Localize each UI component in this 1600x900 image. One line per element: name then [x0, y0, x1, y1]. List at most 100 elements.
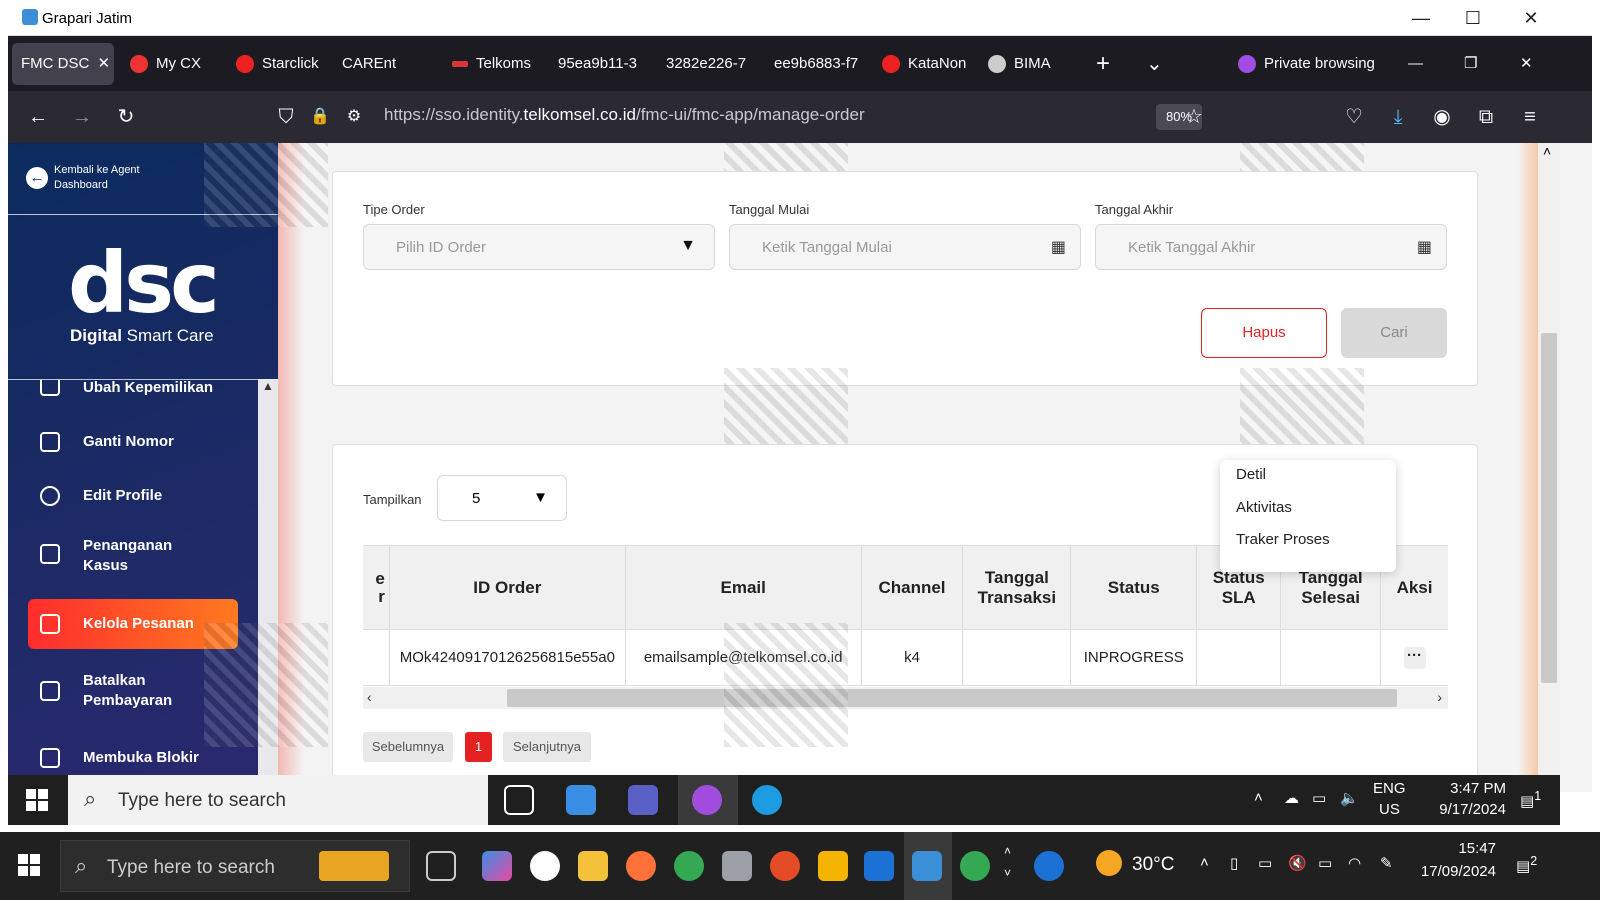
scroll-up-icon[interactable]: ▲: [262, 379, 274, 393]
account-icon[interactable]: ◉: [1428, 103, 1456, 131]
tab-carent[interactable]: CAREnt: [342, 43, 422, 85]
remote-desktop-icon[interactable]: [912, 851, 942, 881]
scroll-up-icon[interactable]: ˄: [1543, 143, 1551, 159]
calendar-icon[interactable]: ▦: [1051, 237, 1066, 257]
sidebar-item-ganti-nomor[interactable]: Ganti Nomor: [28, 422, 238, 462]
list-tabs-button[interactable]: ⌄: [1146, 43, 1176, 85]
teams-icon[interactable]: [628, 785, 658, 815]
wifi-icon[interactable]: ◠: [1348, 854, 1361, 872]
notification-icon[interactable]: ▤1: [1520, 789, 1541, 810]
show-hidden-icons[interactable]: ˄: [1254, 789, 1263, 806]
remote-clock[interactable]: 3:47 PM 9/17/2024: [1416, 780, 1506, 818]
close-tab-icon[interactable]: ✕: [98, 55, 111, 72]
calendar-icon[interactable]: ▦: [1417, 237, 1432, 257]
local-clock[interactable]: 15:47 17/09/2024: [1410, 840, 1496, 880]
lock-icon[interactable]: 🔒: [306, 103, 334, 131]
tanggal-akhir-input[interactable]: Ketik Tanggal Akhir ▦: [1095, 224, 1447, 270]
firefox-private-icon[interactable]: [692, 785, 722, 815]
previous-page-button[interactable]: Sebelumnya: [363, 732, 453, 762]
display-icon[interactable]: ▭: [1258, 854, 1272, 872]
file-explorer-icon[interactable]: [578, 851, 608, 881]
chrome-icon[interactable]: [674, 851, 704, 881]
forward-icon[interactable]: →: [68, 103, 96, 131]
copilot-icon[interactable]: [482, 851, 512, 881]
weather-temp[interactable]: 30°C: [1132, 854, 1174, 876]
firefox-icon[interactable]: [626, 851, 656, 881]
battery-icon[interactable]: ▭: [1318, 854, 1332, 872]
table-horizontal-scrollbar[interactable]: ‹ ›: [363, 687, 1448, 709]
permissions-icon[interactable]: ⚙: [340, 103, 368, 131]
show-hidden-icons[interactable]: ˄: [1200, 854, 1209, 871]
windows-start-icon[interactable]: [18, 854, 40, 876]
app-icon[interactable]: [864, 851, 894, 881]
app-icon[interactable]: [818, 851, 848, 881]
tab-starclick[interactable]: Starclick: [236, 43, 328, 85]
device-icon[interactable]: ▯: [1230, 854, 1238, 872]
tab-bima[interactable]: BIMA: [988, 43, 1070, 85]
volume-icon[interactable]: 🔈: [1340, 789, 1359, 807]
tab-katanon[interactable]: KataNon: [882, 43, 976, 85]
tab-3282e226[interactable]: 3282e226-7: [666, 43, 756, 85]
app-icon[interactable]: [770, 851, 800, 881]
back-icon[interactable]: ←: [24, 103, 52, 131]
mute-icon[interactable]: 🔇: [1288, 854, 1307, 872]
minimize-button[interactable]: —: [1398, 4, 1444, 32]
page-vertical-scrollbar[interactable]: ˄ ˅: [1538, 143, 1560, 792]
tanggal-mulai-input[interactable]: Ketik Tanggal Mulai ▦: [729, 224, 1081, 270]
pen-icon[interactable]: ✎: [1380, 854, 1393, 872]
scrollbar-thumb[interactable]: [507, 689, 1397, 707]
reload-icon[interactable]: ↻: [112, 103, 140, 131]
browser-minimize-button[interactable]: —: [1408, 43, 1432, 85]
sidebar-item-penanganan-kasus[interactable]: Penanganan Kasus: [28, 530, 238, 580]
pocket-icon[interactable]: ♡: [1340, 103, 1368, 131]
next-page-button[interactable]: Selanjutnya: [503, 732, 591, 762]
hapus-button[interactable]: Hapus: [1201, 308, 1327, 358]
close-button[interactable]: ✕: [1508, 4, 1554, 32]
sidebar-item-edit-profile[interactable]: Edit Profile: [28, 476, 238, 516]
menu-icon[interactable]: ≡: [1516, 103, 1544, 131]
camera-icon[interactable]: [722, 851, 752, 881]
menu-item-detil[interactable]: Detil: [1236, 466, 1266, 483]
tab-95ea9b11[interactable]: 95ea9b11-3: [558, 43, 646, 85]
onedrive-icon[interactable]: ☁: [1284, 789, 1299, 807]
help-icon[interactable]: [1034, 851, 1064, 881]
tab-fmc-dsc[interactable]: FMC DSC ✕: [12, 43, 114, 85]
tab-my-cx[interactable]: My CX: [130, 43, 222, 85]
edge-icon[interactable]: [752, 785, 782, 815]
menu-item-aktivitas[interactable]: Aktivitas: [1236, 499, 1292, 516]
taskbar-scroll[interactable]: ˄ ˅: [1004, 840, 1011, 884]
maximize-button[interactable]: ☐: [1450, 4, 1496, 32]
shield-icon[interactable]: ⛉: [272, 103, 300, 131]
menu-item-traker-proses[interactable]: Traker Proses: [1236, 531, 1330, 548]
tipe-order-select[interactable]: Pilih ID Order ▼: [363, 224, 715, 270]
scrollbar-thumb[interactable]: [1541, 333, 1557, 683]
local-search-box[interactable]: ⌕ Type here to search: [60, 840, 410, 892]
sidebar-item-ubah-kepemilikan[interactable]: Ubah Kepemilikan: [28, 380, 238, 408]
tab-telkomsel[interactable]: Telkoms: [452, 43, 542, 85]
tab-ee9b6883[interactable]: ee9b6883-f7: [774, 43, 866, 85]
more-actions-button[interactable]: ···: [1403, 646, 1426, 669]
chrome-icon[interactable]: [960, 851, 990, 881]
new-tab-button[interactable]: +: [1096, 43, 1126, 85]
browser-close-button[interactable]: ✕: [1520, 43, 1544, 85]
remote-search-box[interactable]: ⌕ Type here to search: [68, 775, 488, 825]
page-1-button[interactable]: 1: [465, 732, 492, 762]
scroll-right-icon[interactable]: ›: [1437, 689, 1442, 705]
windows-start-icon[interactable]: [26, 789, 48, 811]
page-size-select[interactable]: 5 ▼: [437, 475, 567, 521]
url-bar[interactable]: https://sso.identity.telkomsel.co.id/fmc…: [384, 105, 865, 125]
weather-icon[interactable]: [1096, 850, 1122, 876]
network-icon[interactable]: ▭: [1312, 789, 1326, 807]
bookmark-star-icon[interactable]: ☆: [1180, 103, 1208, 131]
cari-button[interactable]: Cari: [1341, 308, 1447, 358]
downloads-icon[interactable]: ⤓: [1384, 103, 1412, 131]
task-view-icon[interactable]: [504, 785, 534, 815]
notification-icon[interactable]: ▤2: [1516, 854, 1537, 875]
extensions-icon[interactable]: ⧉: [1472, 103, 1500, 131]
browser-restore-button[interactable]: ❐: [1464, 43, 1488, 85]
mail-icon[interactable]: [566, 785, 596, 815]
language-indicator[interactable]: ENG US: [1373, 780, 1406, 818]
scroll-left-icon[interactable]: ‹: [367, 689, 372, 705]
task-view-icon[interactable]: [426, 851, 456, 881]
word-web-icon[interactable]: [530, 851, 560, 881]
